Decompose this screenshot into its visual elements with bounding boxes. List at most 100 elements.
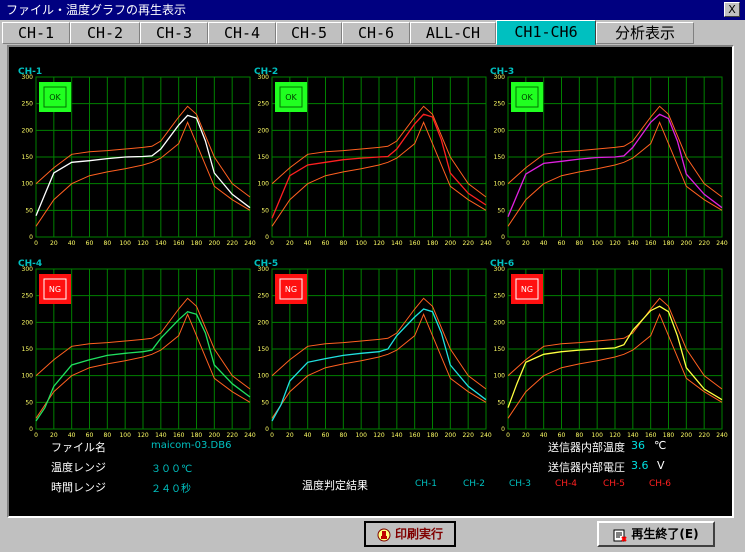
tab-ch-4[interactable]: CH-4: [208, 22, 276, 44]
x-tick-label: 60: [558, 240, 566, 247]
x-tick-label: 20: [286, 432, 294, 439]
tab-ch-5[interactable]: CH-5: [276, 22, 342, 44]
x-tick-label: 220: [226, 240, 238, 247]
time-range-value: ２４０秒: [151, 484, 191, 495]
y-tick-label: 50: [497, 207, 505, 214]
x-tick-label: 40: [540, 432, 548, 439]
y-tick-label: 250: [494, 293, 506, 300]
x-tick-label: 140: [627, 432, 639, 439]
x-tick-label: 40: [68, 432, 76, 439]
x-tick-label: 160: [173, 432, 185, 439]
x-tick-label: 180: [663, 240, 675, 247]
y-tick-label: 300: [258, 266, 270, 273]
x-tick-label: 20: [286, 240, 294, 247]
x-tick-label: 200: [445, 240, 457, 247]
y-tick-label: 200: [22, 127, 34, 134]
x-tick-label: 80: [340, 240, 348, 247]
tab-ch-2[interactable]: CH-2: [70, 22, 140, 44]
x-tick-label: 180: [191, 432, 203, 439]
tab-all-ch[interactable]: ALL-CH: [410, 22, 496, 44]
y-tick-label: 50: [497, 399, 505, 406]
window-title: ファイル・温度グラフの再生表示: [6, 3, 187, 17]
y-tick-label: 0: [501, 234, 505, 241]
tab-ch1-ch6[interactable]: CH1-CH6: [496, 20, 596, 45]
badge-label: NG: [285, 285, 297, 294]
x-tick-label: 100: [355, 240, 367, 247]
transmitter-volt-value: 3.6: [631, 459, 649, 472]
graph-panel: CH-1 0 20 40 60 80 100 120 140 160 180 200 220 240 0 50…: [7, 45, 734, 518]
tab-ch-6[interactable]: CH-6: [342, 22, 410, 44]
y-tick-label: 0: [265, 426, 269, 433]
y-tick-label: 300: [22, 266, 34, 273]
y-tick-label: 0: [265, 234, 269, 241]
close-button[interactable]: X: [724, 2, 740, 17]
x-tick-label: 60: [322, 432, 330, 439]
y-tick-label: 250: [258, 101, 270, 108]
x-tick-label: 180: [663, 432, 675, 439]
y-tick-label: 150: [22, 154, 34, 161]
x-tick-label: 40: [304, 240, 312, 247]
y-tick-label: 300: [22, 74, 34, 81]
x-tick-label: 120: [373, 240, 385, 247]
x-tick-label: 180: [427, 240, 439, 247]
y-tick-label: 200: [258, 127, 270, 134]
tab-ch-1[interactable]: CH-1: [2, 22, 70, 44]
x-tick-label: 160: [409, 432, 421, 439]
x-tick-label: 180: [191, 240, 203, 247]
end-playback-button[interactable]: 再生終了(E): [597, 521, 715, 547]
y-tick-label: 100: [22, 181, 34, 188]
chart-ch-4: CH-40 20 40 60 80 100 120 140 160 180 200 220 240050…: [18, 259, 256, 439]
file-name-value: maicom-03.DB6: [151, 440, 232, 451]
x-tick-label: 0: [506, 432, 510, 439]
x-tick-label: 220: [698, 240, 710, 247]
x-tick-label: 80: [576, 240, 584, 247]
x-tick-label: 200: [209, 240, 221, 247]
x-tick-label: 220: [698, 432, 710, 439]
x-tick-label: 240: [716, 240, 728, 247]
y-tick-label: 250: [22, 293, 34, 300]
transmitter-volt-unit: V: [657, 459, 665, 472]
chart-ch-3: CH-30 20 40 60 80 100 120 140 160 180 200 220 240050…: [490, 67, 728, 247]
end-playback-label: 再生終了(E): [631, 527, 699, 541]
stop-playback-icon: [613, 529, 628, 542]
y-tick-label: 50: [25, 207, 33, 214]
x-tick-label: 40: [540, 240, 548, 247]
x-tick-label: 160: [645, 240, 657, 247]
y-tick-label: 300: [494, 74, 506, 81]
temp-range-label: 温度レンジ: [51, 461, 106, 474]
x-tick-label: 140: [627, 240, 639, 247]
y-tick-label: 150: [494, 346, 506, 353]
print-button[interactable]: 印刷実行: [364, 521, 456, 547]
y-tick-label: 200: [494, 319, 506, 326]
tab-ch-3[interactable]: CH-3: [140, 22, 208, 44]
x-tick-label: 80: [576, 432, 584, 439]
x-tick-label: 0: [270, 432, 274, 439]
y-tick-label: 300: [258, 74, 270, 81]
x-tick-label: 200: [681, 240, 693, 247]
printer-icon: [377, 528, 391, 541]
tab-analysis[interactable]: 分析表示: [596, 22, 694, 44]
x-tick-label: 20: [522, 432, 530, 439]
x-tick-label: 100: [591, 240, 603, 247]
result-ch-4: CH-4: [555, 479, 578, 489]
y-tick-label: 50: [261, 207, 269, 214]
transmitter-volt-label: 送信器内部電圧: [548, 461, 625, 474]
chart-ch-6: CH-60 20 40 60 80 100 120 140 160 180 200 220 240050…: [490, 259, 728, 439]
y-tick-label: 250: [494, 101, 506, 108]
x-tick-label: 220: [226, 432, 238, 439]
y-tick-label: 150: [258, 154, 270, 161]
y-tick-label: 200: [22, 319, 34, 326]
x-tick-label: 60: [86, 240, 94, 247]
x-tick-label: 200: [445, 432, 457, 439]
badge-label: NG: [521, 285, 533, 294]
x-tick-label: 140: [391, 240, 403, 247]
tab-bar: CH-1 CH-2 CH-3 CH-4 CH-5 CH-6 ALL-CH CH1…: [0, 20, 745, 46]
x-tick-label: 20: [50, 432, 58, 439]
x-tick-label: 40: [304, 432, 312, 439]
y-tick-label: 100: [494, 181, 506, 188]
x-tick-label: 240: [716, 432, 728, 439]
badge-label: OK: [521, 93, 533, 102]
chart-ch-2: CH-20 20 40 60 80 100 120 140 160 180 200 220 240050…: [254, 67, 492, 247]
y-tick-label: 100: [22, 373, 34, 380]
temp-range-value: ３００℃: [151, 464, 193, 475]
